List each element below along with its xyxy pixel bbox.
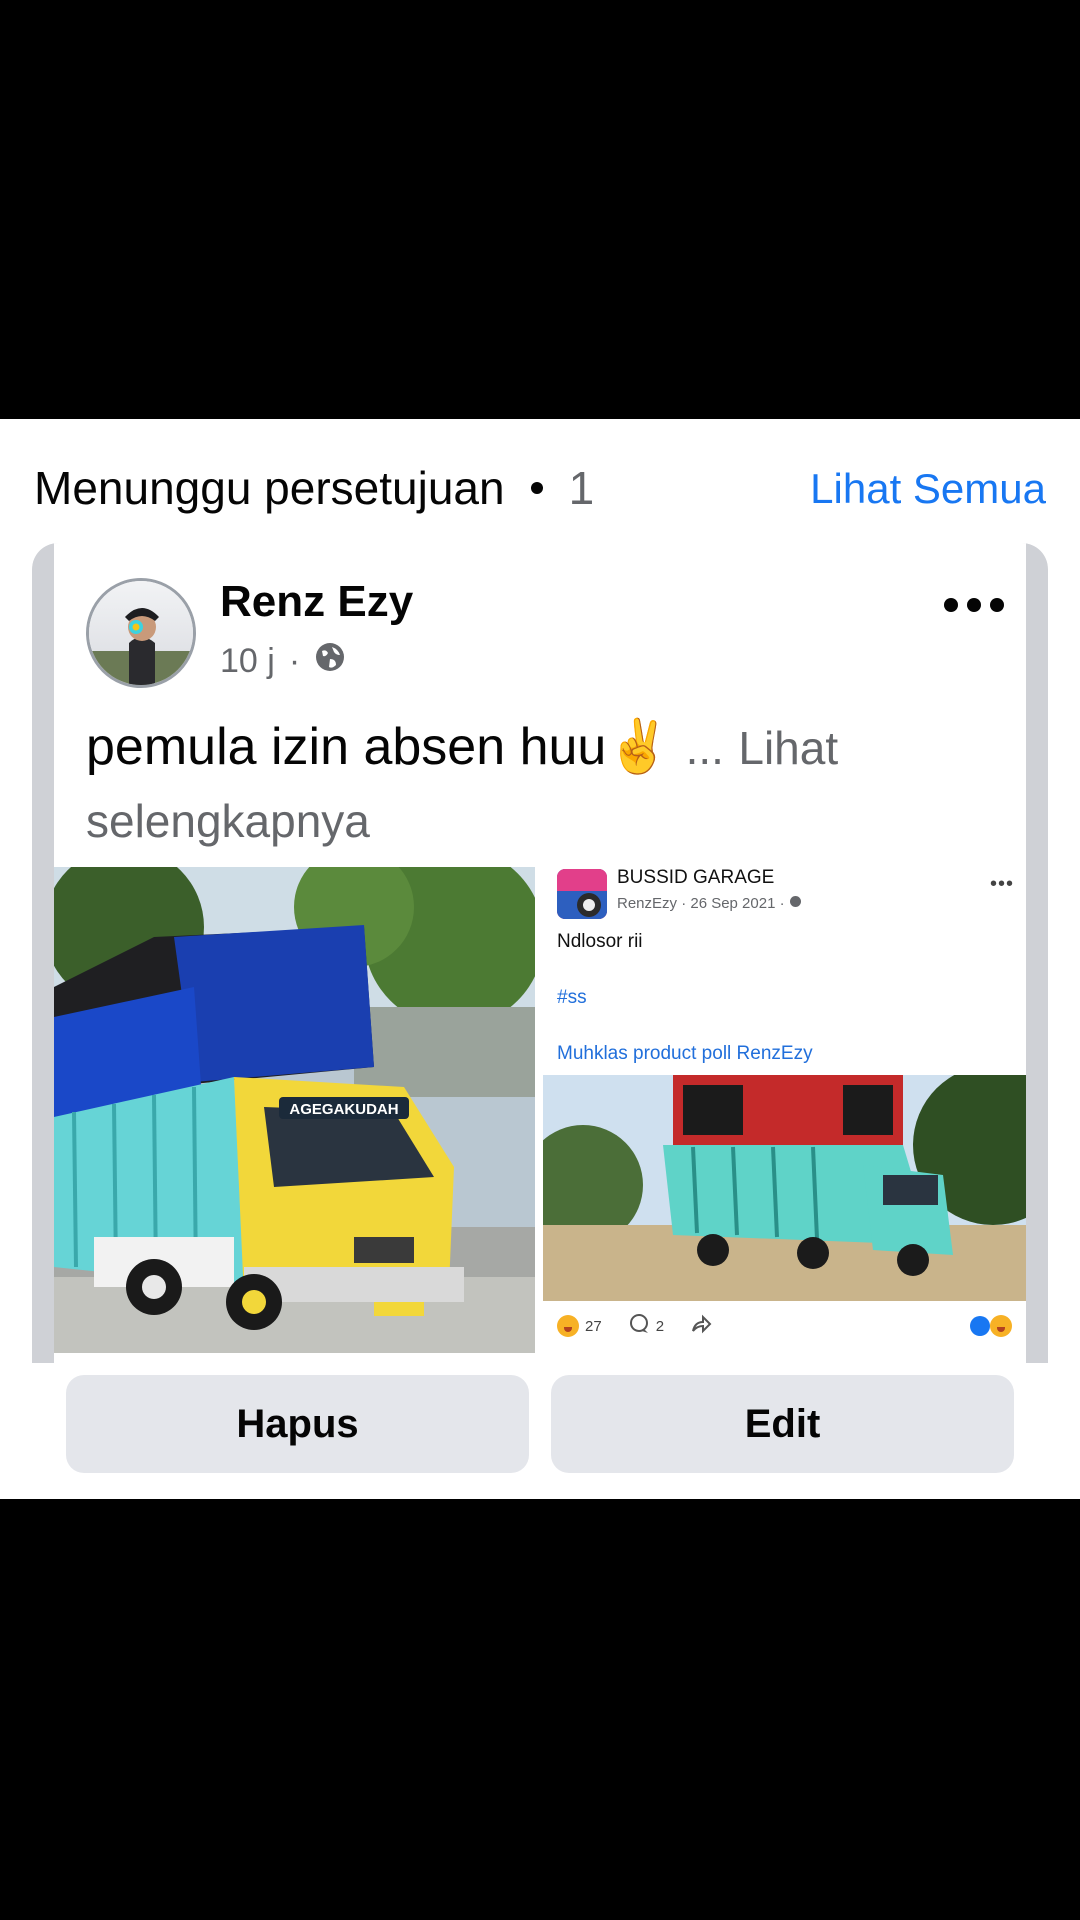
post-photo-truck[interactable]: AGEGAKUDAH bbox=[54, 867, 535, 1353]
pending-post-card: Renz Ezy 10 j · pemula izin absen huu✌️ … bbox=[32, 543, 1048, 1498]
comment-icon bbox=[628, 1313, 650, 1339]
author-name[interactable]: Renz Ezy bbox=[220, 577, 413, 627]
post-text: pemula izin absen huu✌️ ... Lihat seleng… bbox=[86, 711, 986, 857]
dot bbox=[944, 598, 958, 612]
pending-count: 1 bbox=[568, 462, 595, 514]
share-icon bbox=[690, 1313, 712, 1339]
meta-separator: · bbox=[288, 642, 301, 680]
more-options-button[interactable] bbox=[944, 591, 1004, 619]
shared-photo-truck bbox=[543, 1075, 1026, 1301]
like-reaction-icon bbox=[970, 1316, 990, 1336]
post-body: pemula izin absen huu bbox=[86, 718, 607, 776]
post-time: 10 j bbox=[220, 642, 275, 680]
dot-separator bbox=[530, 482, 543, 494]
shared-engagement-bar: 27 2 bbox=[557, 1311, 1012, 1341]
ellipsis: ... bbox=[685, 722, 724, 774]
globe-icon bbox=[314, 641, 346, 682]
shared-text: Ndlosor rii bbox=[557, 931, 643, 952]
section-title-text: Menunggu persetujuan bbox=[34, 462, 505, 514]
haha-reaction-icon bbox=[557, 1315, 579, 1337]
post-preview-frame: Renz Ezy 10 j · pemula izin absen huu✌️ … bbox=[32, 543, 1048, 1363]
comments: 2 bbox=[628, 1313, 664, 1339]
svg-text:AGEGAKUDAH: AGEGAKUDAH bbox=[289, 1101, 398, 1118]
delete-button[interactable]: Hapus bbox=[66, 1375, 529, 1473]
post-meta: 10 j · bbox=[220, 641, 346, 682]
shared-page-name: BUSSID GARAGE bbox=[617, 867, 775, 888]
shared-hashtag: #ss bbox=[557, 987, 587, 1008]
dot bbox=[990, 598, 1004, 612]
reactions: 27 bbox=[557, 1315, 602, 1337]
post-actions: Hapus Edit bbox=[66, 1375, 1014, 1473]
comments-count: 2 bbox=[655, 1317, 665, 1335]
shared-caption: Muhklas product poll RenzEzy bbox=[557, 1043, 813, 1064]
avatar[interactable] bbox=[86, 578, 196, 688]
shared-post-preview[interactable]: BUSSID GARAGE RenzEzy · 26 Sep 2021 · ••… bbox=[543, 867, 1026, 1353]
dot bbox=[967, 598, 981, 612]
shared-meta: RenzEzy · 26 Sep 2021 · bbox=[617, 895, 802, 912]
section-title: Menunggu persetujuan 1 bbox=[34, 461, 594, 515]
pending-approval-panel: Menunggu persetujuan 1 Lihat Semua Renz … bbox=[0, 419, 1080, 1499]
section-header: Menunggu persetujuan 1 Lihat Semua bbox=[0, 419, 1080, 539]
post-preview: Renz Ezy 10 j · pemula izin absen huu✌️ … bbox=[54, 543, 1026, 1363]
victory-emoji: ✌️ bbox=[606, 718, 672, 776]
shared-more-icon: ••• bbox=[989, 873, 1014, 895]
haha-reaction-icon bbox=[990, 1315, 1012, 1337]
see-all-link[interactable]: Lihat Semua bbox=[810, 465, 1046, 513]
globe-icon bbox=[789, 895, 802, 912]
page-avatar bbox=[557, 869, 607, 919]
edit-button[interactable]: Edit bbox=[551, 1375, 1014, 1473]
shared-meta-text: RenzEzy · 26 Sep 2021 · bbox=[617, 895, 785, 912]
reactions-count: 27 bbox=[585, 1317, 602, 1335]
